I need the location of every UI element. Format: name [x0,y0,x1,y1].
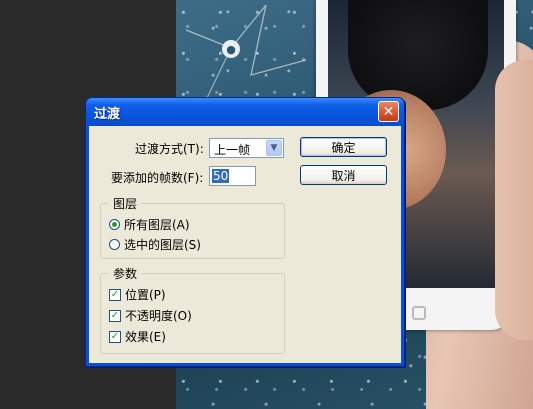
ok-button[interactable]: 确定 [300,137,387,157]
photo-hat [348,0,488,110]
params-group-title: 参数 [109,265,142,282]
radio-all-layers-label: 所有图层(A) [124,218,190,232]
checkbox-position[interactable]: ✓ 位置(P) [109,286,166,303]
checkbox-checked-icon[interactable]: ✓ [109,288,121,301]
radio-button-icon[interactable] [109,239,120,250]
cancel-button-label: 取消 [331,168,356,183]
frames-to-add-label: 要添加的帧数(F): [111,171,204,185]
tween-method-label: 过渡方式(T): [135,142,204,156]
right-hand [495,60,533,340]
cancel-button[interactable]: 取消 [300,165,387,185]
dialog-client: 过渡方式(T): 上一帧 ▼ 要添加的帧数(F): 50 确定 取消 图层 所有… [89,126,401,363]
radio-all-layers[interactable]: 所有图层(A) [109,216,190,233]
radio-selected-layers[interactable]: 选中的图层(S) [109,236,201,253]
user-icon: ● [222,40,240,58]
tween-method-value: 上一帧 [214,143,251,157]
tween-dialog: 过渡 ✕ 过渡方式(T): 上一帧 ▼ 要添加的帧数(F): 50 确定 取消 … [85,97,405,367]
layers-group-title: 图层 [109,195,142,212]
checkbox-checked-icon[interactable]: ✓ [109,330,121,343]
frames-to-add-input[interactable]: 50 [209,166,256,186]
radio-selected-layers-label: 选中的图层(S) [124,238,201,252]
dialog-titlebar[interactable]: 过渡 ✕ [86,98,404,126]
layers-group: 图层 所有图层(A) 选中的图层(S) [100,195,285,259]
checkbox-checked-icon[interactable]: ✓ [109,309,121,322]
checkbox-effects-label: 效果(E) [125,330,166,344]
frames-to-add-value: 50 [212,169,230,183]
params-group: 参数 ✓ 位置(P) ✓ 不透明度(O) ✓ 效果(E) [100,265,285,354]
checkbox-effects[interactable]: ✓ 效果(E) [109,328,166,345]
home-button-icon [412,306,426,320]
checkbox-opacity[interactable]: ✓ 不透明度(O) [109,307,192,324]
dialog-title: 过渡 [94,107,121,122]
ok-button-label: 确定 [331,140,356,155]
tween-method-select[interactable]: 上一帧 ▼ [209,138,284,158]
chevron-down-icon[interactable]: ▼ [266,140,282,156]
close-button[interactable]: ✕ [378,101,399,122]
checkbox-opacity-label: 不透明度(O) [125,309,192,323]
checkbox-position-label: 位置(P) [125,288,166,302]
radio-button-icon[interactable] [109,219,120,230]
close-x-icon: ✕ [382,103,395,120]
